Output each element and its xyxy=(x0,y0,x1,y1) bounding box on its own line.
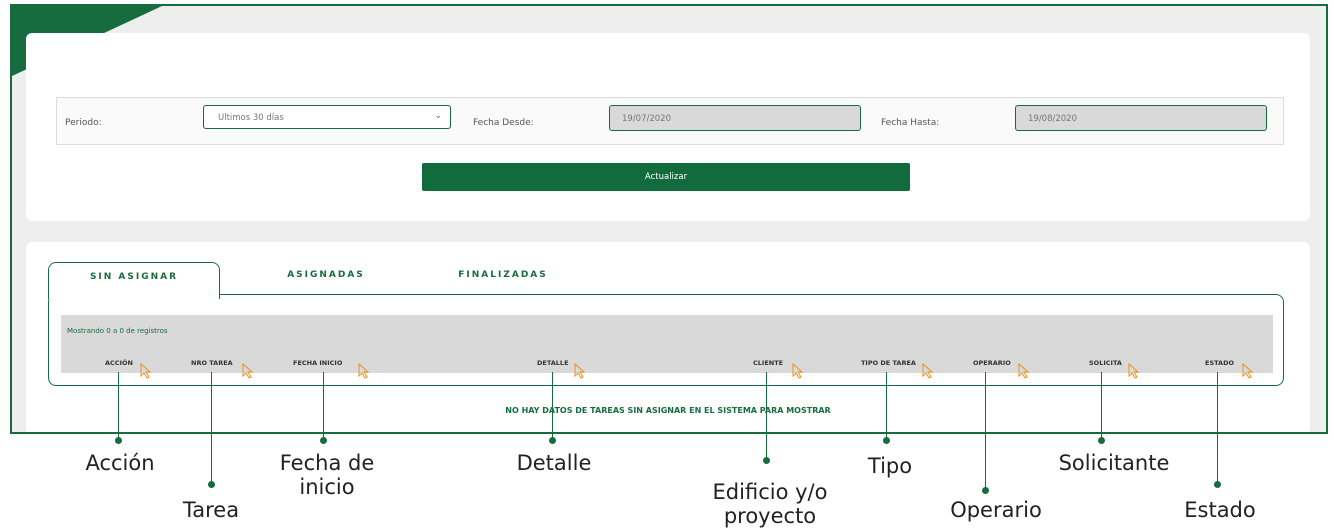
fecha-desde-label: Fecha Desde: xyxy=(473,118,534,128)
annotation-tarea: Tarea xyxy=(182,498,240,522)
col-header-tipo-tarea[interactable]: TIPO DE TAREA xyxy=(861,359,916,367)
periodo-select[interactable]: Ultimos 30 días ⌄ xyxy=(203,105,451,129)
tab-panel: Mostrando 0 a 0 de registros ACCIÓN NRO … xyxy=(48,294,1284,386)
filter-card: Periodo: Ultimos 30 días ⌄ Fecha Desde: … xyxy=(26,33,1310,221)
callout-dot xyxy=(982,487,989,494)
col-header-cliente[interactable]: CLIENTE xyxy=(753,359,783,367)
cursor-icon xyxy=(922,363,934,379)
cursor-icon xyxy=(1018,363,1030,379)
annotation-fecha-inicio: Fecha de inicio xyxy=(279,451,375,499)
cursor-icon xyxy=(242,363,254,379)
table-header-area: Mostrando 0 a 0 de registros ACCIÓN NRO … xyxy=(61,315,1273,379)
callout-dot xyxy=(883,437,890,444)
cursor-icon xyxy=(1242,363,1254,379)
callout-dot xyxy=(549,437,556,444)
callout-dot xyxy=(208,481,215,488)
callout-dot xyxy=(1214,481,1221,488)
callout-line xyxy=(985,372,986,490)
col-header-accion[interactable]: ACCIÓN xyxy=(105,359,133,367)
cursor-icon xyxy=(1128,363,1140,379)
col-header-fecha-inicio[interactable]: FECHA INICIO xyxy=(293,359,342,367)
callout-dot xyxy=(1098,437,1105,444)
annotation-solicitante: Solicitante xyxy=(1058,451,1170,475)
col-header-solicita[interactable]: SOLICITA xyxy=(1089,359,1122,367)
annotation-estado: Estado xyxy=(1184,498,1256,522)
app-frame: Periodo: Ultimos 30 días ⌄ Fecha Desde: … xyxy=(10,4,1328,434)
callout-dot xyxy=(320,437,327,444)
callout-line xyxy=(323,372,324,440)
cursor-icon xyxy=(792,363,804,379)
records-info: Mostrando 0 a 0 de registros xyxy=(67,327,168,335)
col-header-detalle[interactable]: DETALLE xyxy=(537,359,569,367)
fecha-hasta-field[interactable]: 19/08/2020 xyxy=(1015,105,1267,131)
actualizar-button[interactable]: Actualizar xyxy=(422,163,910,191)
callout-dot xyxy=(763,457,770,464)
callout-line xyxy=(886,372,887,440)
tab-sin-asignar[interactable]: SIN ASIGNAR xyxy=(48,262,220,299)
cursor-icon xyxy=(574,363,586,379)
callout-line xyxy=(1217,372,1218,484)
cursor-icon xyxy=(358,363,370,379)
col-header-nro-tarea[interactable]: NRO TAREA xyxy=(191,359,233,367)
callout-dot xyxy=(115,437,122,444)
annotation-tipo: Tipo xyxy=(867,454,913,478)
callout-line xyxy=(211,372,212,484)
cursor-icon xyxy=(140,363,152,379)
callout-line xyxy=(1101,372,1102,440)
annotation-accion: Acción xyxy=(85,451,155,475)
col-header-estado[interactable]: ESTADO xyxy=(1205,359,1234,367)
empty-table-message: NO HAY DATOS DE TAREAS SIN ASIGNAR EN EL… xyxy=(505,406,831,415)
callout-line xyxy=(118,372,119,440)
annotation-operario: Operario xyxy=(950,498,1042,522)
chevron-down-icon: ⌄ xyxy=(434,111,442,121)
fecha-desde-field[interactable]: 19/07/2020 xyxy=(609,105,861,131)
tasks-card: SIN ASIGNAR ASIGNADAS FINALIZADAS Mostra… xyxy=(26,242,1310,432)
callout-line xyxy=(766,372,767,460)
annotation-edificio-proyecto: Edificio y/o proyecto xyxy=(712,480,828,528)
periodo-label: Periodo: xyxy=(65,118,102,128)
callout-line xyxy=(552,372,553,440)
fecha-hasta-label: Fecha Hasta: xyxy=(881,118,940,128)
periodo-select-value: Ultimos 30 días xyxy=(218,113,284,123)
col-header-operario[interactable]: OPERARIO xyxy=(973,359,1011,367)
annotation-detalle: Detalle xyxy=(516,451,592,475)
tab-finalizadas[interactable]: FINALIZADAS xyxy=(438,270,568,280)
tab-asignadas[interactable]: ASIGNADAS xyxy=(266,270,386,280)
filter-bar: Periodo: Ultimos 30 días ⌄ Fecha Desde: … xyxy=(56,97,1284,145)
